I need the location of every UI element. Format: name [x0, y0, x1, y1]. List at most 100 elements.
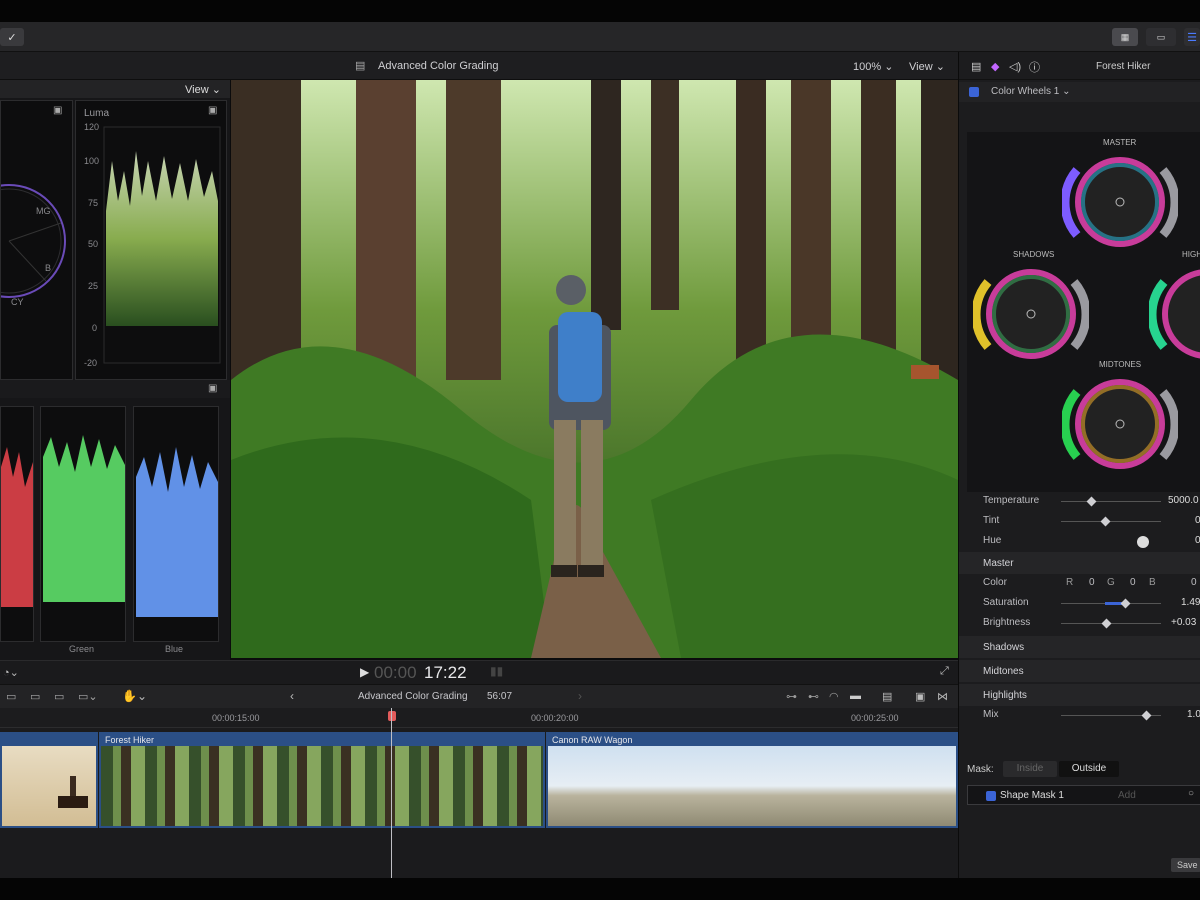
mix-knob[interactable] — [1141, 710, 1152, 721]
effect-checkbox[interactable] — [969, 87, 979, 97]
vectorscope-label-cy: CY — [11, 297, 24, 307]
audio-skimming-icon[interactable]: ⊷ — [808, 690, 819, 703]
luma-waveform: Luma ▣ 120 100 75 50 25 0 -20 — [75, 100, 227, 380]
color-row[interactable]: Color R 0 G 0 B 0 — [959, 575, 1200, 593]
color-inspector-icon[interactable]: ◆ — [991, 60, 999, 73]
brightness-row[interactable]: Brightness +0.03 — [959, 615, 1200, 633]
temperature-knob[interactable] — [1086, 496, 1097, 507]
inspector-toggle-button[interactable]: ☰ — [1184, 28, 1200, 46]
overwrite-clip-icon[interactable]: ▭⌄ — [78, 690, 98, 703]
scopes-header: View ⌄ — [0, 80, 230, 98]
temperature-slider[interactable] — [1061, 501, 1161, 502]
highlights-section-label: Highlights — [983, 690, 1027, 701]
snapping-icon[interactable]: ▬ — [850, 690, 861, 702]
headphones-icon[interactable]: ◠ — [829, 690, 839, 703]
brightness-knob[interactable] — [1101, 618, 1112, 629]
mix-label: Mix — [983, 709, 999, 720]
ruler-mark: 00:00:25:00 — [851, 713, 899, 723]
top-bezel — [0, 0, 1200, 22]
mix-row[interactable]: Mix 1.0 — [959, 706, 1200, 724]
hue-dial[interactable] — [1137, 536, 1149, 548]
shape-mask-label: Shape Mask 1 — [1000, 790, 1064, 801]
vectorscope-label-b: B — [45, 263, 52, 273]
film-icon: ▤ — [355, 60, 366, 72]
scopes-panel: View ⌄ MG B CY ▣ Luma ▣ 120 100 75 50 25… — [0, 80, 230, 660]
forward-arrow-icon[interactable]: › — [578, 689, 582, 703]
midtones-section-header[interactable]: Midtones — [959, 660, 1200, 682]
video-viewer[interactable] — [231, 80, 958, 658]
master-wheel[interactable] — [1060, 150, 1180, 250]
rgb-r-key: R — [1066, 577, 1074, 588]
saturation-value: 1.49 — [1181, 597, 1200, 608]
transitions-icon[interactable]: ⋈ — [937, 690, 948, 703]
highlights-wheel[interactable] — [1149, 262, 1200, 362]
mask-inside-button[interactable]: Inside — [1003, 761, 1057, 777]
shape-mask-checkbox[interactable] — [986, 791, 996, 801]
clip-appearance-icon[interactable]: ▤ — [882, 690, 892, 703]
effects-browser-icon[interactable]: ▣ — [915, 690, 925, 703]
saturation-row[interactable]: Saturation 1.49 — [959, 595, 1200, 613]
tint-value: 0 — [1195, 515, 1200, 526]
hand-tool-icon[interactable]: ✋⌄ — [122, 689, 147, 703]
timecode: 17:22 — [424, 663, 467, 682]
highlights-section-header[interactable]: Highlights — [959, 684, 1200, 706]
scopes-view-label: View — [185, 84, 209, 96]
scope-settings-icon[interactable]: ▣ — [53, 105, 62, 116]
save-button[interactable]: Save — [1171, 858, 1200, 872]
midtones-wheel[interactable] — [1060, 372, 1180, 472]
sliders-icon: ☰ — [1187, 31, 1197, 44]
vectorscope: MG B CY ▣ — [0, 100, 73, 380]
tint-row[interactable]: Tint 0 — [959, 513, 1200, 531]
mask-outside-button[interactable]: Outside — [1059, 761, 1119, 777]
saturation-knob[interactable] — [1120, 598, 1131, 609]
video-inspector-icon[interactable]: ▤ — [971, 60, 981, 73]
connect-clip-icon[interactable]: ▭ — [6, 690, 16, 703]
tint-slider[interactable] — [1061, 521, 1161, 522]
shadows-wheel[interactable] — [971, 262, 1091, 362]
view-dropdown[interactable]: View ⌄ — [909, 60, 945, 73]
clip-canon-raw-wagon[interactable]: Canon RAW Wagon — [546, 732, 958, 828]
project-name: Advanced Color Grading — [358, 691, 468, 702]
blue-label: Blue — [165, 644, 184, 654]
mask-row: Mask: Inside Outside — [959, 758, 1200, 780]
vectorscope-graphic — [0, 184, 66, 298]
temperature-row[interactable]: Temperature 5000.0 — [959, 493, 1200, 511]
highlights-wheel-label: HIGH — [1182, 250, 1200, 259]
info-inspector-icon[interactable]: ⓘ — [1029, 59, 1040, 75]
add-mask-button[interactable]: Add — [1118, 790, 1136, 801]
tint-knob[interactable] — [1100, 516, 1111, 527]
hue-row[interactable]: Hue 0 — [959, 533, 1200, 551]
clip-forest-hiker[interactable]: Forest Hiker — [99, 732, 545, 828]
playhead-marker[interactable] — [388, 711, 396, 721]
rgb-r-value[interactable]: 0 — [1089, 577, 1095, 588]
back-arrow-icon[interactable]: ‹ — [290, 689, 294, 703]
speed-menu-icon[interactable]: ◔⌄ — [3, 666, 19, 679]
mask-options-icon[interactable]: ○ — [1188, 788, 1194, 799]
fullscreen-icon[interactable]: ⤢ — [940, 665, 949, 678]
zoom-value: 100% — [853, 61, 882, 73]
red-trace — [1, 447, 33, 607]
effect-dropdown[interactable]: Color Wheels 1 ⌄ — [991, 86, 1071, 97]
shadows-section-header[interactable]: Shadows — [959, 636, 1200, 658]
clip-thumbnail — [548, 746, 956, 826]
master-section-header[interactable]: Master — [959, 552, 1200, 574]
shape-mask-row[interactable]: Shape Mask 1 Add ○ — [967, 785, 1200, 805]
timeline-ruler[interactable]: 00:00:15:00 00:00:20:00 00:00:25:00 — [0, 708, 958, 728]
insert-clip-icon[interactable]: ▭ — [30, 690, 40, 703]
master-wheel-label: MASTER — [1103, 138, 1137, 147]
zoom-dropdown[interactable]: 100% ⌄ — [853, 60, 893, 73]
play-button[interactable]: ▶ — [360, 665, 369, 679]
grid-view-button[interactable]: ▦ — [1112, 28, 1138, 46]
checkmark-button[interactable]: ✓ — [0, 28, 24, 46]
mask-label: Mask: — [967, 764, 994, 775]
scopes-view-dropdown[interactable]: View ⌄ — [185, 83, 221, 96]
parade-settings-icon[interactable]: ▣ — [208, 383, 217, 394]
clip-desert[interactable] — [0, 732, 98, 828]
filmstrip-view-button[interactable]: ▭ — [1146, 28, 1176, 46]
append-clip-icon[interactable]: ▭ — [54, 690, 64, 703]
playhead-line[interactable] — [391, 708, 392, 878]
audio-inspector-icon[interactable]: ◁) — [1009, 60, 1021, 73]
skimming-icon[interactable]: ⊶ — [786, 690, 797, 703]
rgb-g-value[interactable]: 0 — [1130, 577, 1136, 588]
rgb-b-value[interactable]: 0 — [1191, 577, 1197, 588]
